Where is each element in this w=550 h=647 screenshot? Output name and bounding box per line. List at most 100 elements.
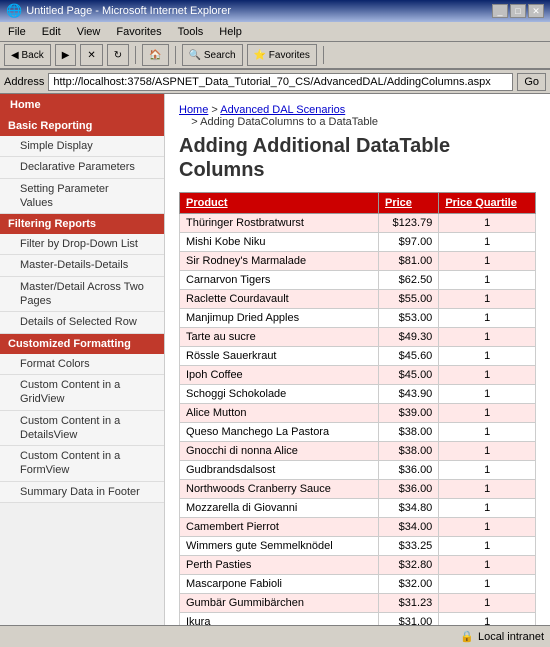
address-input[interactable]: [48, 73, 513, 91]
table-row: Northwoods Cranberry Sauce$36.001: [180, 480, 536, 499]
cell-price: $45.60: [379, 347, 439, 366]
cell-price: $62.50: [379, 271, 439, 290]
cell-price: $55.00: [379, 290, 439, 309]
menu-help[interactable]: Help: [215, 25, 246, 39]
sidebar: Home Basic Reporting Simple Display Decl…: [0, 94, 165, 625]
cell-quartile: 1: [439, 347, 536, 366]
sidebar-item-master-details[interactable]: Master-Details-Details: [0, 255, 164, 276]
table-row: Camembert Pierrot$34.001: [180, 518, 536, 537]
cell-quartile: 1: [439, 442, 536, 461]
cell-price: $31.23: [379, 594, 439, 613]
cell-price: $31.00: [379, 613, 439, 626]
favorites-button[interactable]: ⭐ Favorites: [247, 44, 317, 66]
toolbar-separator-3: [323, 46, 324, 64]
cell-product: Raclette Courdavault: [180, 290, 379, 309]
forward-button[interactable]: ▶: [55, 44, 77, 66]
breadcrumb-current: Adding DataColumns to a DataTable: [200, 116, 378, 128]
cell-quartile: 1: [439, 575, 536, 594]
maximize-button[interactable]: □: [510, 4, 526, 18]
status-zone: 🔒 Local intranet: [460, 630, 544, 643]
cell-price: $34.00: [379, 518, 439, 537]
table-row: Ikura$31.001: [180, 613, 536, 626]
minimize-button[interactable]: _: [492, 4, 508, 18]
cell-price: $36.00: [379, 461, 439, 480]
table-row: Rössle Sauerkraut$45.601: [180, 347, 536, 366]
cell-price: $32.00: [379, 575, 439, 594]
breadcrumb-section[interactable]: Advanced DAL Scenarios: [220, 104, 345, 116]
sidebar-item-declarative-parameters[interactable]: Declarative Parameters: [0, 157, 164, 178]
stop-button[interactable]: ✕: [80, 44, 102, 66]
breadcrumb-home[interactable]: Home: [179, 104, 208, 116]
title-bar-controls: _ □ ✕: [492, 4, 544, 18]
cell-product: Ipoh Coffee: [180, 366, 379, 385]
sidebar-item-setting-parameter-values[interactable]: Setting Parameter Values: [0, 179, 164, 215]
col-header-price[interactable]: Price: [379, 193, 439, 214]
refresh-button[interactable]: ↻: [107, 44, 129, 66]
menu-file[interactable]: File: [4, 25, 30, 39]
go-button[interactable]: Go: [517, 73, 546, 91]
cell-product: Rössle Sauerkraut: [180, 347, 379, 366]
col-header-product[interactable]: Product: [180, 193, 379, 214]
cell-product: Gumbär Gummibärchen: [180, 594, 379, 613]
sidebar-item-details-selected-row[interactable]: Details of Selected Row: [0, 312, 164, 333]
cell-product: Tarte au sucre: [180, 328, 379, 347]
cell-product: Gnocchi di nonna Alice: [180, 442, 379, 461]
col-header-quartile[interactable]: Price Quartile: [439, 193, 536, 214]
cell-product: Queso Manchego La Pastora: [180, 423, 379, 442]
sidebar-section-basic-reporting[interactable]: Basic Reporting: [0, 116, 164, 136]
table-row: Queso Manchego La Pastora$38.001: [180, 423, 536, 442]
sidebar-item-filter-dropdown[interactable]: Filter by Drop-Down List: [0, 234, 164, 255]
sidebar-item-custom-content-formview[interactable]: Custom Content in a FormView: [0, 446, 164, 482]
cell-quartile: 1: [439, 613, 536, 626]
cell-product: Manjimup Dried Apples: [180, 309, 379, 328]
cell-product: Gudbrandsdalsost: [180, 461, 379, 480]
menu-tools[interactable]: Tools: [174, 25, 208, 39]
page-title: Adding Additional DataTable Columns: [179, 134, 536, 182]
cell-quartile: 1: [439, 309, 536, 328]
cell-product: Mozzarella di Giovanni: [180, 499, 379, 518]
cell-product: Camembert Pierrot: [180, 518, 379, 537]
sidebar-section-customized-formatting[interactable]: Customized Formatting: [0, 334, 164, 354]
home-button[interactable]: 🏠: [142, 44, 168, 66]
menu-favorites[interactable]: Favorites: [112, 25, 165, 39]
sidebar-item-custom-content-gridview[interactable]: Custom Content in a GridView: [0, 375, 164, 411]
sidebar-item-simple-display[interactable]: Simple Display: [0, 136, 164, 157]
table-row: Schoggi Schokolade$43.901: [180, 385, 536, 404]
cell-product: Thüringer Rostbratwurst: [180, 214, 379, 233]
cell-product: Schoggi Schokolade: [180, 385, 379, 404]
search-button[interactable]: 🔍 Search: [182, 44, 243, 66]
cell-quartile: 1: [439, 556, 536, 575]
cell-quartile: 1: [439, 271, 536, 290]
table-row: Wimmers gute Semmelknödel$33.251: [180, 537, 536, 556]
title-bar-left: 🌐 Untitled Page - Microsoft Internet Exp…: [6, 3, 231, 19]
cell-price: $33.25: [379, 537, 439, 556]
cell-quartile: 1: [439, 214, 536, 233]
sidebar-item-summary-data-footer[interactable]: Summary Data in Footer: [0, 482, 164, 503]
content-area: Home > Advanced DAL Scenarios > Adding D…: [165, 94, 550, 625]
cell-price: $97.00: [379, 233, 439, 252]
table-row: Mozzarella di Giovanni$34.801: [180, 499, 536, 518]
data-table: Product Price Price Quartile Thüringer R…: [179, 192, 536, 625]
table-row: Thüringer Rostbratwurst$123.791: [180, 214, 536, 233]
cell-product: Alice Mutton: [180, 404, 379, 423]
cell-price: $36.00: [379, 480, 439, 499]
cell-product: Northwoods Cranberry Sauce: [180, 480, 379, 499]
main-container: Home Basic Reporting Simple Display Decl…: [0, 94, 550, 625]
table-row: Mishi Kobe Niku$97.001: [180, 233, 536, 252]
sidebar-item-custom-content-detailsview[interactable]: Custom Content in a DetailsView: [0, 411, 164, 447]
sidebar-item-master-detail-two-pages[interactable]: Master/Detail Across Two Pages: [0, 277, 164, 313]
status-zone-label: Local intranet: [478, 631, 544, 643]
menu-edit[interactable]: Edit: [38, 25, 65, 39]
cell-price: $38.00: [379, 423, 439, 442]
sidebar-section-filtering-reports[interactable]: Filtering Reports: [0, 214, 164, 234]
menu-view[interactable]: View: [73, 25, 105, 39]
back-button[interactable]: ◀ Back: [4, 44, 51, 66]
cell-quartile: 1: [439, 328, 536, 347]
sidebar-home[interactable]: Home: [0, 94, 164, 116]
cell-quartile: 1: [439, 594, 536, 613]
cell-price: $34.80: [379, 499, 439, 518]
close-button[interactable]: ✕: [528, 4, 544, 18]
sidebar-item-format-colors[interactable]: Format Colors: [0, 354, 164, 375]
cell-price: $45.00: [379, 366, 439, 385]
cell-quartile: 1: [439, 233, 536, 252]
